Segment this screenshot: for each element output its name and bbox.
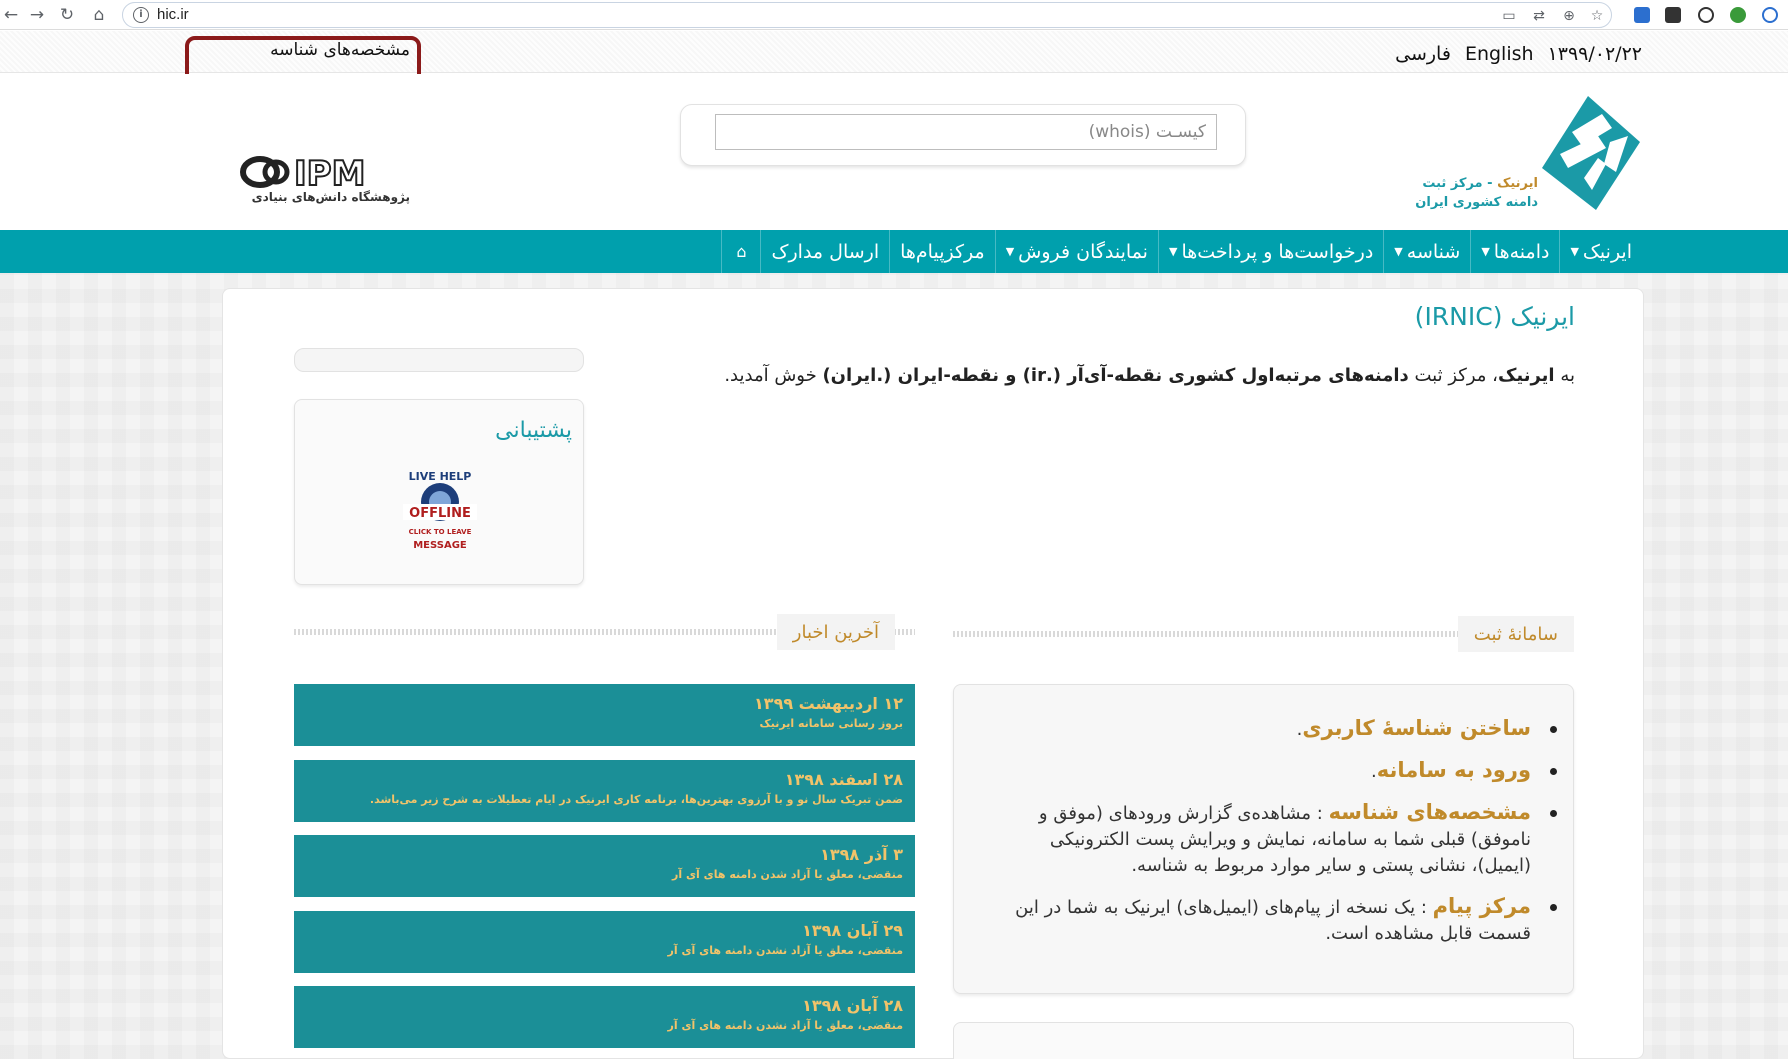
ipm-caption: پژوهشگاه دانش‌های بنیادی — [251, 190, 410, 204]
irnic-caption: ایرنیک - مرکز ثبت دامنه کشوری ایران — [1404, 174, 1538, 212]
language-bar: فارسی English ۱۳۹۹/۰۲/۲۲ — [1395, 40, 1642, 68]
extension-icon[interactable] — [1634, 7, 1650, 23]
support-title: پشتیبانی — [495, 418, 572, 443]
support-box: پشتیبانی LIVE HELP OFFLINE CLICK TO LEAV… — [294, 399, 584, 585]
welcome-mid: ، مرکز ثبت — [1408, 365, 1498, 386]
secondary-box — [953, 1022, 1574, 1059]
news-item[interactable]: ۳ آذر ۱۳۹۸ منقضی، معلق یا آزاد شدن دامنه… — [294, 835, 915, 897]
list-item: مرکز پیام : یک نسخه از پیام‌های (ایمیل‌ه… — [993, 893, 1557, 947]
list-item: ورود به سامانه. — [993, 757, 1557, 785]
welcome-bold: دامنه‌های مرتبه‌اول کشوری نقطه-آی‌آر (.i… — [822, 365, 1409, 386]
news-text: ضمن تبریک سال نو و با آرزوی بهترین‌ها، ب… — [369, 793, 903, 806]
home-icon[interactable]: ⌂ — [88, 4, 110, 26]
news-date: ۳ آذر ۱۳۹۸ — [820, 845, 903, 864]
news-item[interactable]: ۲۹ آبان ۱۳۹۸ منقضی، معلق یا آزاد نشدن دا… — [294, 911, 915, 973]
address-bar[interactable]: i hic.ir ▭ ⇄ ⊕ ☆ — [122, 2, 1612, 28]
news-date: ۱۲ اردیبهشت ۱۳۹۹ — [754, 694, 903, 713]
browser-toolbar: ← → ↻ ⌂ i hic.ir ▭ ⇄ ⊕ ☆ — [0, 0, 1788, 30]
lang-fa-link[interactable]: فارسی — [1395, 43, 1451, 65]
cast-icon[interactable]: ▭ — [1501, 8, 1517, 24]
welcome-brand: ایرنیک — [1497, 365, 1555, 386]
nav-item-resellers[interactable]: نمایندگان فروش ▼ — [994, 230, 1158, 273]
list-item: ساختن شناسهٔ کاربری. — [993, 715, 1557, 743]
nav-item-handle[interactable]: شناسه ▼ — [1383, 230, 1470, 273]
news-item[interactable]: ۱۲ اردیبهشت ۱۳۹۹ بروز رسانی سامانه ایرنی… — [294, 684, 915, 746]
current-date: ۱۳۹۹/۰۲/۲۲ — [1547, 43, 1642, 65]
welcome-prefix: به — [1554, 365, 1575, 386]
whois-search-input[interactable] — [715, 114, 1217, 150]
live-help-badge[interactable]: LIVE HELP OFFLINE CLICK TO LEAVE MESSAGE — [397, 464, 483, 556]
news-date: ۲۹ آبان ۱۳۹۸ — [802, 921, 903, 940]
caret-down-icon: ▼ — [1570, 245, 1579, 258]
caret-down-icon: ▼ — [1394, 245, 1403, 258]
registration-list: ساختن شناسهٔ کاربری. ورود به سامانه. مشخ… — [993, 715, 1557, 961]
registration-section-header: سامانهٔ ثبت — [953, 616, 1574, 652]
forward-icon[interactable]: → — [26, 4, 48, 26]
main-nav: ایرنیک ▼ دامنه‌ها ▼ شناسه ▼ درخواست‌ها و پر… — [0, 230, 1788, 273]
news-item[interactable]: ۲۸ اسفند ۱۳۹۸ ضمن تبریک سال نو و با آرزو… — [294, 760, 915, 822]
login-link[interactable]: ورود به سامانه — [1377, 758, 1531, 782]
irnic-caption-line2: دامنه کشوری ایران — [1415, 195, 1538, 210]
live-help-top-text: LIVE HELP — [409, 470, 472, 483]
nav-item-documents[interactable]: ارسال مدارک — [760, 230, 889, 273]
whois-search-box — [680, 104, 1246, 166]
live-help-status: OFFLINE — [409, 506, 471, 521]
address-url[interactable]: hic.ir — [157, 6, 189, 23]
news-date: ۲۸ آبان ۱۳۹۸ — [802, 996, 903, 1015]
back-icon[interactable]: ← — [0, 4, 22, 26]
caret-down-icon: ▼ — [1481, 245, 1490, 258]
handle-profile-link[interactable]: مشخصه‌های شناسه — [1329, 800, 1531, 824]
nav-list: ایرنیک ▼ دامنه‌ها ▼ شناسه ▼ درخواست‌ها و پر… — [721, 230, 1642, 273]
welcome-text: به ایرنیک، مرکز ثبت دامنه‌های مرتبه‌اول … — [645, 365, 1575, 386]
news-text: بروز رسانی سامانه ایرنیک — [759, 717, 904, 730]
create-account-link[interactable]: ساختن شناسهٔ کاربری — [1302, 716, 1531, 740]
news-item[interactable]: ۲۸ آبان ۱۳۹۸ منقضی، معلق یا آزاد نشدن دا… — [294, 986, 915, 1048]
news-text: منقضی، معلق یا آزاد شدن دامنه های آی آر — [672, 868, 903, 881]
message-center-link[interactable]: مرکز پیام — [1433, 894, 1531, 918]
news-date: ۲۸ اسفند ۱۳۹۸ — [784, 770, 903, 789]
nav-item-irnic[interactable]: ایرنیک ▼ — [1559, 230, 1642, 273]
nav-item-domains[interactable]: دامنه‌ها ▼ — [1470, 230, 1559, 273]
list-item: مشخصه‌های شناسه : مشاهده‌ی گزارش ورودهای… — [993, 799, 1557, 879]
news-text: منقضی، معلق یا آزاد نشدن دامنه های آی آر — [667, 1019, 903, 1032]
nav-item-messages[interactable]: مرکزپیام‌ها — [889, 230, 995, 273]
live-help-line2: MESSAGE — [413, 540, 467, 551]
welcome-suffix: خوش آمدید. — [724, 365, 823, 386]
zoom-icon[interactable]: ⊕ — [1561, 8, 1577, 24]
nav-home-icon[interactable]: ⌂ — [721, 230, 760, 273]
registration-heading: سامانهٔ ثبت — [1457, 616, 1574, 652]
caret-down-icon: ▼ — [1005, 245, 1015, 258]
news-section-header: آخرین اخبار — [294, 614, 915, 650]
extension-icon[interactable] — [1730, 7, 1746, 23]
live-help-line1: CLICK TO LEAVE — [409, 528, 472, 536]
translate-icon[interactable]: ⇄ — [1531, 8, 1547, 24]
ipm-logo-text: IPM — [294, 154, 365, 194]
extension-icon[interactable] — [1665, 7, 1681, 23]
irnic-logo[interactable] — [1532, 92, 1644, 214]
news-text: منقضی، معلق یا آزاد نشدن دامنه های آی آر — [667, 944, 903, 957]
extension-icon[interactable] — [1698, 7, 1714, 23]
lang-en-link[interactable]: English — [1465, 43, 1534, 65]
news-heading: آخرین اخبار — [776, 614, 895, 650]
profile-icon[interactable] — [1762, 7, 1778, 23]
info-icon[interactable]: i — [133, 7, 149, 23]
irnic-caption-brand: ایرنیک — [1497, 176, 1538, 191]
registration-box: ساختن شناسهٔ کاربری. ورود به سامانه. مشخ… — [953, 684, 1574, 994]
irnic-caption-line1: - مرکز ثبت — [1422, 176, 1498, 191]
page-title: ایرنیک (IRNIC) — [1414, 302, 1575, 331]
caret-down-icon: ▼ — [1168, 245, 1178, 258]
reload-icon[interactable]: ↻ — [56, 4, 78, 26]
star-icon[interactable]: ☆ — [1589, 8, 1605, 24]
sidebar-top-bar — [294, 348, 584, 372]
nav-item-requests[interactable]: درخواست‌ها و پرداخت‌ها ▼ — [1157, 230, 1383, 273]
